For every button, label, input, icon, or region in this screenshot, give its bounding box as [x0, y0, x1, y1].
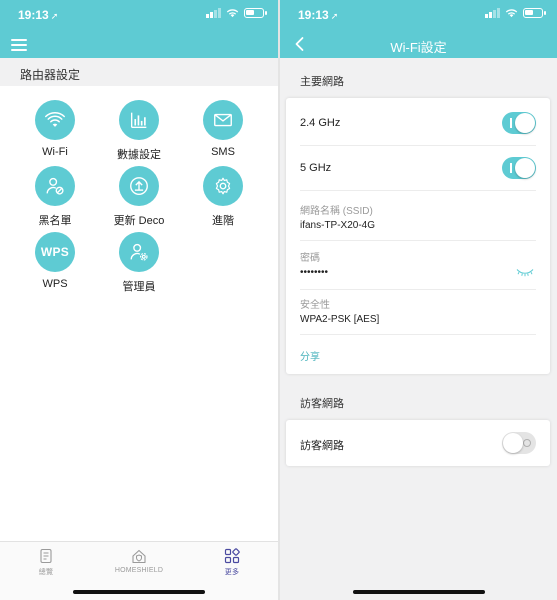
system-icons	[485, 8, 546, 18]
location-icon: ➚	[50, 11, 59, 21]
tab-more[interactable]: 更多	[187, 548, 277, 577]
wifi-settings-screen: 19:13 ➚ Wi-Fi設定 主要網路 2.4 GHz 5 GHz 網路名稱 (…	[280, 0, 557, 600]
ssid-field[interactable]: 網路名稱 (SSID) ifans-TP-X20-4G	[300, 202, 536, 234]
guest-network-card: 訪客網路	[286, 420, 550, 466]
ssid-label: 網路名稱 (SSID)	[300, 206, 373, 217]
cellular-signal-icon	[206, 8, 221, 18]
tile-sms[interactable]: SMS	[188, 100, 258, 158]
row-divider	[300, 145, 536, 146]
band-5-toggle[interactable]	[502, 157, 536, 179]
row-divider	[300, 334, 536, 335]
tab-label: 更多	[224, 569, 240, 576]
tile-admin[interactable]: 管理員	[104, 232, 174, 294]
tile-data-settings[interactable]: 數據設定	[104, 100, 174, 162]
home-indicator[interactable]	[73, 590, 205, 594]
password-field[interactable]: 密碼 ••••••••	[300, 249, 536, 283]
row-divider	[300, 289, 536, 290]
guest-label: 訪客網路	[300, 440, 344, 452]
wps-icon-text: WPS	[40, 245, 70, 259]
tab-label: 總覽	[38, 569, 54, 576]
grid-icon	[224, 548, 240, 564]
tile-label: WPS	[42, 278, 68, 290]
ssid-value: ifans-TP-X20-4G	[300, 220, 376, 231]
row-divider	[300, 190, 536, 191]
wps-icon: WPS	[35, 232, 75, 272]
system-icons	[206, 8, 267, 18]
gear-icon	[203, 166, 243, 206]
update-icon	[119, 166, 159, 206]
security-value: WPA2-PSK [AES]	[300, 314, 380, 325]
guest-toggle[interactable]	[502, 432, 536, 454]
band-24-toggle[interactable]	[502, 112, 536, 134]
tile-blacklist[interactable]: 黑名單	[20, 166, 90, 228]
password-label: 密碼	[300, 253, 320, 264]
wifi-icon	[35, 100, 75, 140]
band-24-label: 2.4 GHz	[300, 117, 341, 129]
tile-label: SMS	[211, 146, 235, 158]
tab-overview[interactable]: 總覽	[1, 548, 91, 577]
wifi-status-icon	[226, 9, 239, 18]
status-bar: 19:13 ➚	[280, 0, 557, 28]
bottom-tab-bar: 總覽 HOMESHIELD 更多	[0, 541, 278, 600]
tile-label: Wi-Fi	[42, 146, 68, 158]
section-header: 路由器設定	[0, 58, 278, 86]
battery-icon	[523, 8, 546, 18]
menu-icon[interactable]	[11, 39, 27, 51]
tile-label: 數據設定	[117, 149, 161, 161]
tab-label: HOMESHIELD	[114, 567, 164, 574]
home-shield-icon	[132, 549, 146, 564]
envelope-icon	[203, 100, 243, 140]
tile-label: 進階	[212, 215, 234, 227]
location-icon: ➚	[330, 11, 339, 21]
tile-advanced[interactable]: 進階	[188, 166, 258, 228]
page-title: Wi-Fi設定	[390, 40, 447, 55]
guest-row: 訪客網路	[300, 432, 536, 454]
tile-label: 更新 Deco	[113, 215, 165, 227]
band-5-row: 5 GHz	[300, 157, 536, 179]
tile-wifi[interactable]: Wi-Fi	[20, 100, 90, 158]
security-field[interactable]: 安全性 WPA2-PSK [AES]	[300, 296, 536, 328]
password-value: ••••••••	[300, 267, 329, 278]
status-time: 19:13 ➚	[18, 8, 59, 22]
admin-user-icon	[119, 232, 159, 272]
battery-icon	[244, 8, 267, 18]
home-indicator[interactable]	[352, 590, 485, 594]
security-label: 安全性	[300, 300, 330, 311]
bar-chart-icon	[119, 100, 159, 140]
primary-network-label: 主要網路	[300, 76, 344, 88]
tab-homeshield[interactable]: HOMESHIELD	[94, 548, 184, 574]
share-link[interactable]: 分享	[300, 352, 320, 363]
wifi-status-icon	[505, 9, 518, 18]
status-time: 19:13 ➚	[298, 8, 339, 22]
tile-update-deco[interactable]: 更新 Deco	[104, 166, 174, 228]
band-5-label: 5 GHz	[300, 162, 332, 174]
guest-network-section-label: 訪客網路	[300, 398, 344, 410]
eye-closed-icon[interactable]	[516, 267, 534, 277]
tile-wps[interactable]: WPS WPS	[20, 232, 90, 290]
primary-network-card: 2.4 GHz 5 GHz 網路名稱 (SSID) ifans-TP-X20-4…	[286, 98, 550, 374]
blocked-user-icon	[35, 166, 75, 206]
band-24-row: 2.4 GHz	[300, 112, 536, 134]
tile-label: 管理員	[122, 281, 156, 293]
document-icon	[40, 548, 52, 564]
row-divider	[300, 240, 536, 241]
status-bar: 19:13 ➚	[0, 0, 278, 28]
section-title: 路由器設定	[20, 68, 81, 82]
tile-label: 黑名單	[38, 215, 72, 227]
share-row: 分享	[300, 347, 536, 363]
router-settings-screen: 19:13 ➚ 路由器設定 Wi-Fi 數據設定 SMS 黑名單 更新 Deco…	[0, 0, 278, 600]
cellular-signal-icon	[485, 8, 500, 18]
